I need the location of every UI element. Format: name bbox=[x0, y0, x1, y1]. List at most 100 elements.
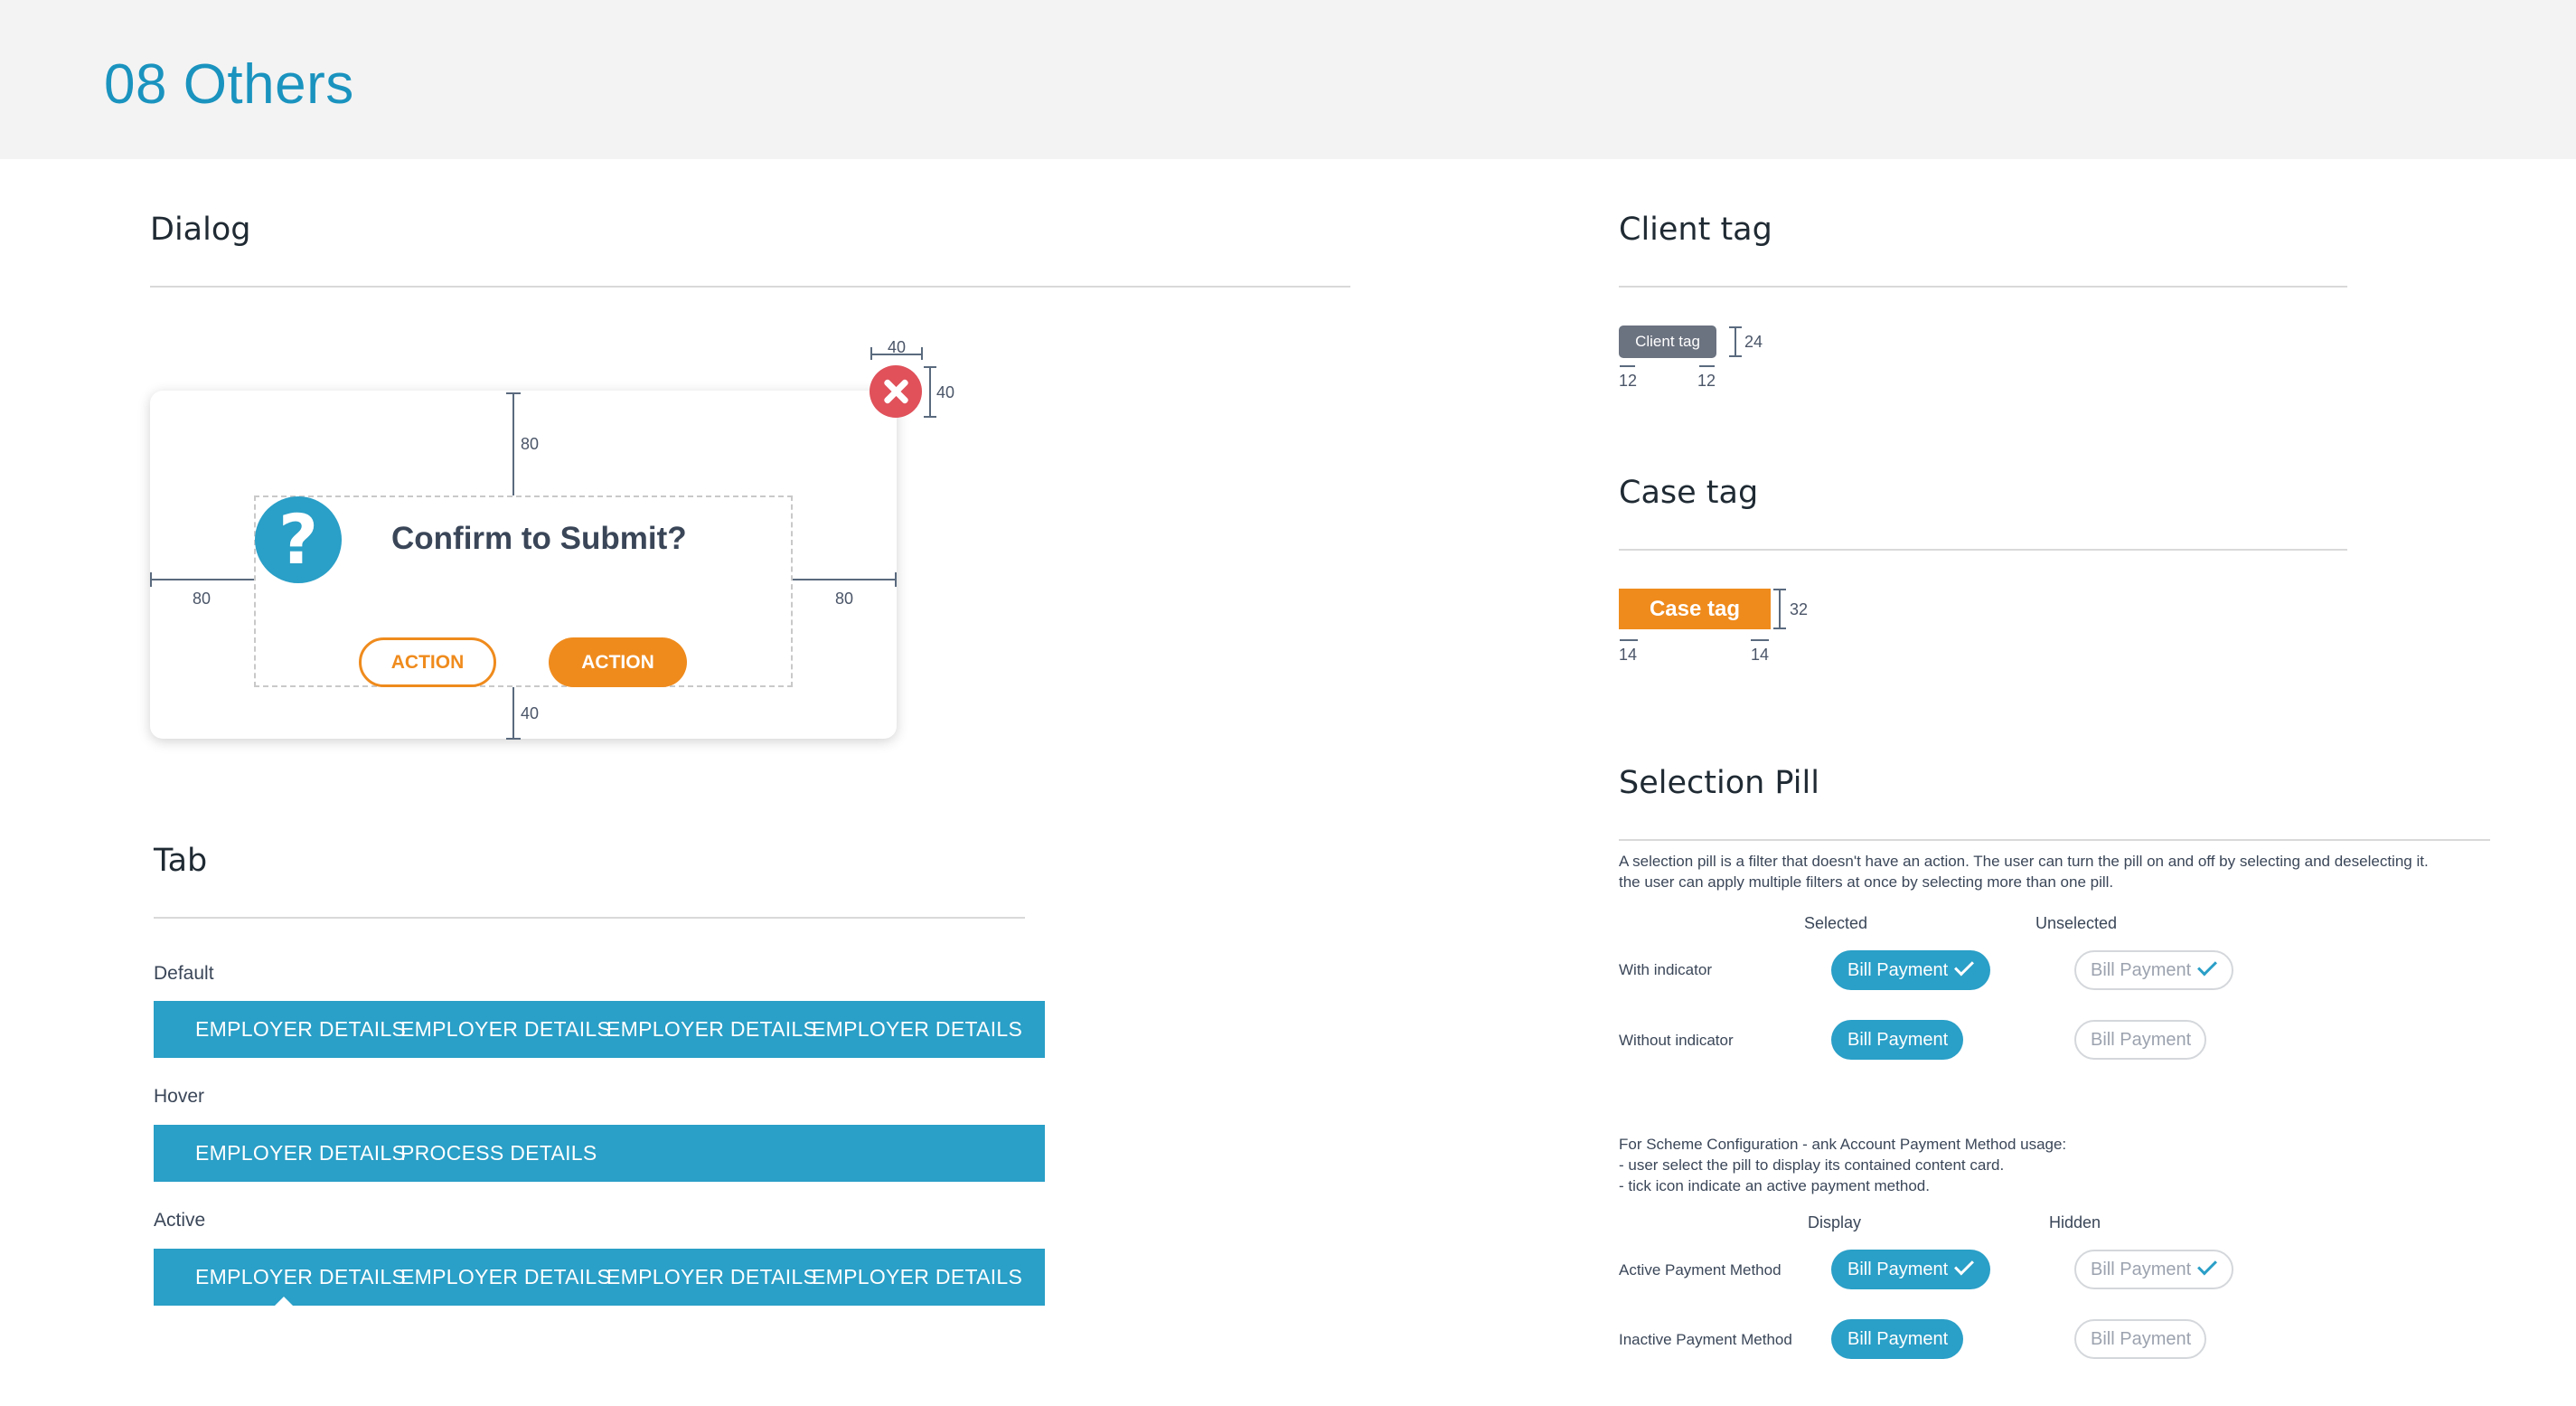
dim-tick bbox=[1773, 589, 1786, 590]
dim-top-line bbox=[512, 392, 514, 495]
dim-client-pad-left: 12 bbox=[1619, 372, 1638, 390]
col-unselected: Unselected bbox=[2035, 914, 2118, 932]
pill-label: Bill Payment bbox=[2091, 960, 2192, 980]
pill-hidden-inactive[interactable]: Bill Payment bbox=[2074, 1319, 2206, 1359]
dim-tick bbox=[870, 347, 872, 360]
dim-bottom: 40 bbox=[521, 704, 540, 722]
dim-close-height: 40 bbox=[936, 383, 955, 401]
pill-display-active[interactable]: Bill Payment bbox=[1831, 1250, 1990, 1289]
dialog-section-title: Dialog bbox=[150, 212, 251, 248]
dim-tick bbox=[1773, 628, 1786, 629]
pill-unselected-without-indicator[interactable]: Bill Payment bbox=[2074, 1020, 2206, 1060]
row-active-method: Active Payment Method bbox=[1619, 1261, 1782, 1279]
tab-item[interactable]: EMPLOYER DETAILS bbox=[812, 1017, 1022, 1042]
question-icon: ? bbox=[255, 496, 342, 583]
tab-bar-default: EMPLOYER DETAILS EMPLOYER DETAILS EMPLOY… bbox=[154, 1001, 1045, 1058]
tab-hover-label: Hover bbox=[154, 1086, 205, 1107]
dim-client-pad-line bbox=[1620, 365, 1635, 367]
client-tag-section-title: Client tag bbox=[1619, 212, 1772, 248]
pill-label: Bill Payment bbox=[1847, 1329, 1949, 1349]
dim-case-height-line bbox=[1779, 589, 1781, 629]
dim-case-pad-line bbox=[1751, 639, 1769, 641]
dim-case-pad-right: 14 bbox=[1751, 646, 1770, 664]
tab-divider bbox=[154, 917, 1025, 919]
tab-item[interactable]: EMPLOYER DETAILS bbox=[812, 1265, 1022, 1289]
note-line: - user select the pill to display its co… bbox=[1619, 1156, 2005, 1174]
dialog-message: Confirm to Submit? bbox=[391, 521, 687, 556]
row-inactive-method: Inactive Payment Method bbox=[1619, 1331, 1792, 1348]
dim-case-height: 32 bbox=[1790, 600, 1809, 618]
pill-hidden-active[interactable]: Bill Payment bbox=[2074, 1250, 2233, 1289]
dim-tick bbox=[506, 392, 521, 394]
dim-tick bbox=[1729, 355, 1742, 357]
pill-unselected-with-indicator[interactable]: Bill Payment bbox=[2074, 950, 2233, 990]
case-tag-divider bbox=[1619, 549, 2347, 551]
dim-case-pad-left: 14 bbox=[1619, 646, 1638, 664]
pill-label: Bill Payment bbox=[1847, 1030, 1949, 1050]
note-line: For Scheme Configuration - ank Account P… bbox=[1619, 1136, 2067, 1153]
check-icon bbox=[2197, 1255, 2217, 1276]
dim-client-pad-right: 12 bbox=[1697, 372, 1716, 390]
tab-item[interactable]: EMPLOYER DETAILS bbox=[400, 1265, 611, 1289]
dialog-divider bbox=[150, 286, 1350, 288]
dim-close-height-line bbox=[929, 366, 931, 417]
tab-item-active[interactable]: EMPLOYER DETAILS bbox=[195, 1265, 406, 1289]
header-banner bbox=[0, 0, 2576, 159]
dim-tick bbox=[150, 572, 152, 587]
dim-client-pad-line bbox=[1699, 365, 1715, 367]
dim-client-height-line bbox=[1735, 326, 1736, 357]
pill-selected-with-indicator[interactable]: Bill Payment bbox=[1831, 950, 1990, 990]
pill-label: Bill Payment bbox=[1847, 1260, 1949, 1279]
check-icon bbox=[1954, 956, 1974, 977]
dim-client-height: 24 bbox=[1744, 333, 1763, 351]
pill-label: Bill Payment bbox=[2091, 1260, 2192, 1279]
check-icon bbox=[1954, 1255, 1974, 1276]
close-icon[interactable] bbox=[870, 365, 922, 418]
tab-item[interactable]: PROCESS DETAILS bbox=[400, 1141, 597, 1165]
dim-left: 80 bbox=[193, 590, 212, 608]
scheme-notes: For Scheme Configuration - ank Account P… bbox=[1619, 1134, 2066, 1196]
case-tag-section-title: Case tag bbox=[1619, 475, 1759, 511]
dim-bottom-line bbox=[512, 687, 514, 740]
check-icon bbox=[2197, 956, 2217, 977]
tab-bar-hover: EMPLOYER DETAILS PROCESS DETAILS bbox=[154, 1125, 1045, 1182]
dim-tick bbox=[506, 738, 521, 740]
pill-label: Bill Payment bbox=[2091, 1030, 2192, 1050]
tab-item[interactable]: EMPLOYER DETAILS bbox=[195, 1141, 406, 1165]
dim-right-line bbox=[793, 579, 897, 580]
dim-tick bbox=[921, 347, 923, 360]
dim-case-pad-line bbox=[1620, 639, 1638, 641]
dim-tick bbox=[895, 572, 897, 587]
pill-display-inactive[interactable]: Bill Payment bbox=[1831, 1319, 1963, 1359]
dim-top: 80 bbox=[521, 435, 540, 453]
pill-selected-without-indicator[interactable]: Bill Payment bbox=[1831, 1020, 1963, 1060]
dim-left-line bbox=[150, 579, 254, 580]
dim-right: 80 bbox=[835, 590, 854, 608]
tab-item[interactable]: EMPLOYER DETAILS bbox=[195, 1017, 406, 1042]
pill-label: Bill Payment bbox=[1847, 960, 1949, 980]
dim-tick bbox=[1729, 326, 1742, 328]
col-selected: Selected bbox=[1804, 914, 1868, 932]
dim-tick bbox=[924, 416, 936, 418]
description-line: A selection pill is a filter that doesn'… bbox=[1619, 853, 2429, 870]
active-tab-indicator bbox=[275, 1297, 293, 1306]
row-with-indicator: With indicator bbox=[1619, 961, 1712, 978]
page-title: 08 Others bbox=[104, 53, 354, 116]
note-line: - tick icon indicate an active payment m… bbox=[1619, 1177, 1930, 1194]
dim-close-width: 40 bbox=[888, 338, 907, 356]
selection-pill-section-title: Selection Pill bbox=[1619, 765, 1819, 801]
tab-item[interactable]: EMPLOYER DETAILS bbox=[606, 1265, 817, 1289]
tab-item[interactable]: EMPLOYER DETAILS bbox=[400, 1017, 611, 1042]
col-display: Display bbox=[1808, 1213, 1862, 1231]
secondary-action-button[interactable]: ACTION bbox=[359, 637, 496, 687]
tab-default-label: Default bbox=[154, 963, 214, 984]
selection-pill-description: A selection pill is a filter that doesn'… bbox=[1619, 851, 2429, 892]
client-tag-divider bbox=[1619, 286, 2347, 288]
primary-action-button[interactable]: ACTION bbox=[549, 637, 687, 687]
client-tag: Client tag bbox=[1619, 326, 1716, 358]
description-line: the user can apply multiple filters at o… bbox=[1619, 873, 2114, 891]
tab-section-title: Tab bbox=[154, 843, 208, 879]
tab-item[interactable]: EMPLOYER DETAILS bbox=[606, 1017, 817, 1042]
selection-pill-divider bbox=[1619, 839, 2490, 841]
row-without-indicator: Without indicator bbox=[1619, 1032, 1734, 1049]
